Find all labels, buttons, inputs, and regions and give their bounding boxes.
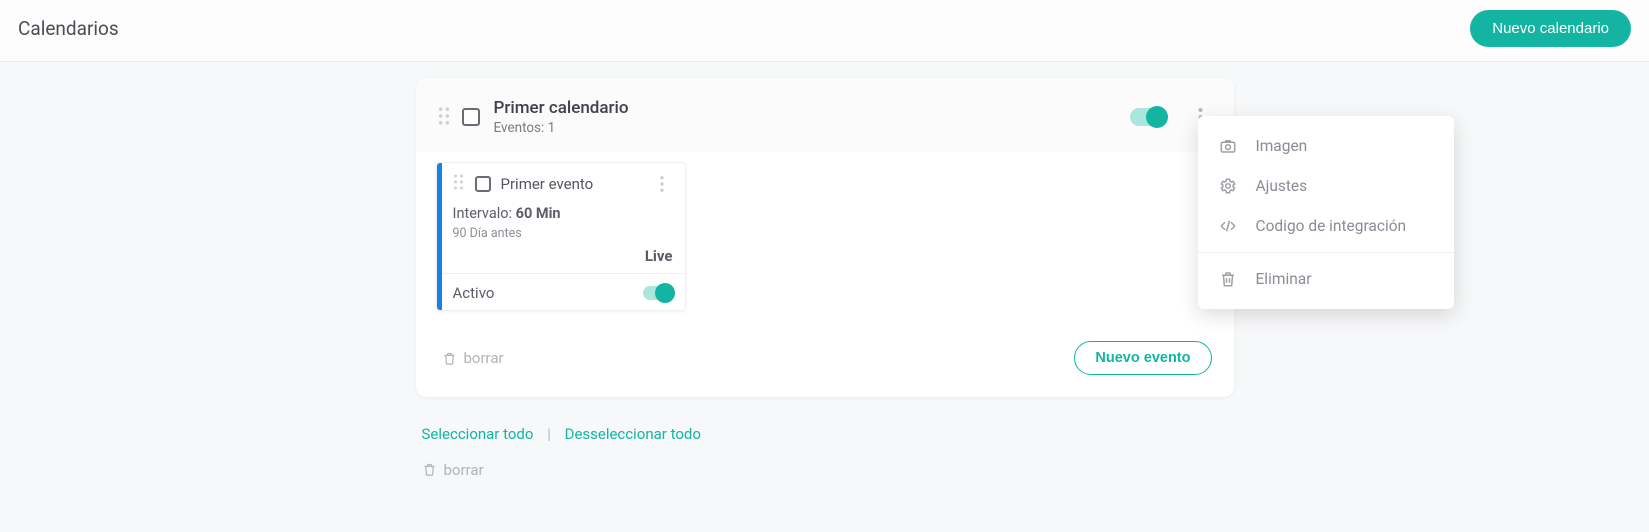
menu-item-codigo[interactable]: Codigo de integración <box>1198 206 1454 246</box>
new-calendar-button[interactable]: Nuevo calendario <box>1470 10 1631 47</box>
trash-icon <box>422 462 438 478</box>
delete-all-button[interactable]: borrar <box>422 461 1234 479</box>
drag-handle-icon[interactable] <box>438 107 452 127</box>
event-card: Primer evento Intervalo: 60 Min 90 Día a… <box>436 162 686 311</box>
event-before: 90 Día antes <box>453 226 673 241</box>
calendar-active-toggle[interactable] <box>1130 108 1166 126</box>
event-menu-button[interactable] <box>651 173 673 195</box>
deselect-all-link[interactable]: Desseleccionar todo <box>565 425 701 443</box>
menu-item-eliminar[interactable]: Eliminar <box>1198 259 1454 299</box>
event-live-badge: Live <box>453 247 673 273</box>
code-icon <box>1218 216 1238 236</box>
event-accent-bar <box>437 163 442 310</box>
camera-icon <box>1218 136 1238 156</box>
event-active-label: Activo <box>453 284 495 302</box>
calendar-name[interactable]: Primer calendario <box>494 98 1130 118</box>
event-interval: Intervalo: 60 Min <box>453 205 673 222</box>
menu-item-label: Imagen <box>1256 137 1308 155</box>
drag-handle-icon[interactable] <box>453 174 467 194</box>
gear-icon <box>1218 176 1238 196</box>
trash-icon <box>1218 269 1238 289</box>
menu-item-label: Ajustes <box>1256 177 1308 195</box>
menu-item-imagen[interactable]: Imagen <box>1198 126 1454 166</box>
select-all-link[interactable]: Seleccionar todo <box>422 425 534 443</box>
calendar-checkbox[interactable] <box>462 108 480 126</box>
new-event-button[interactable]: Nuevo evento <box>1074 341 1211 375</box>
trash-icon <box>442 350 458 366</box>
menu-item-label: Eliminar <box>1256 270 1312 288</box>
menu-item-ajustes[interactable]: Ajustes <box>1198 166 1454 206</box>
calendar-card: Primer calendario Eventos: 1 <box>416 78 1234 397</box>
event-active-toggle[interactable] <box>643 286 673 300</box>
separator: | <box>547 425 551 443</box>
calendar-events-count: Eventos: 1 <box>494 120 1130 136</box>
event-name[interactable]: Primer evento <box>501 175 651 193</box>
delete-selected-button[interactable]: borrar <box>442 349 504 367</box>
page-title: Calendarios <box>18 17 119 40</box>
calendar-dropdown-menu: Imagen Ajustes <box>1198 116 1454 309</box>
menu-item-label: Codigo de integración <box>1256 217 1407 235</box>
event-checkbox[interactable] <box>475 176 491 192</box>
calendar-header: Primer calendario Eventos: 1 <box>416 78 1234 152</box>
